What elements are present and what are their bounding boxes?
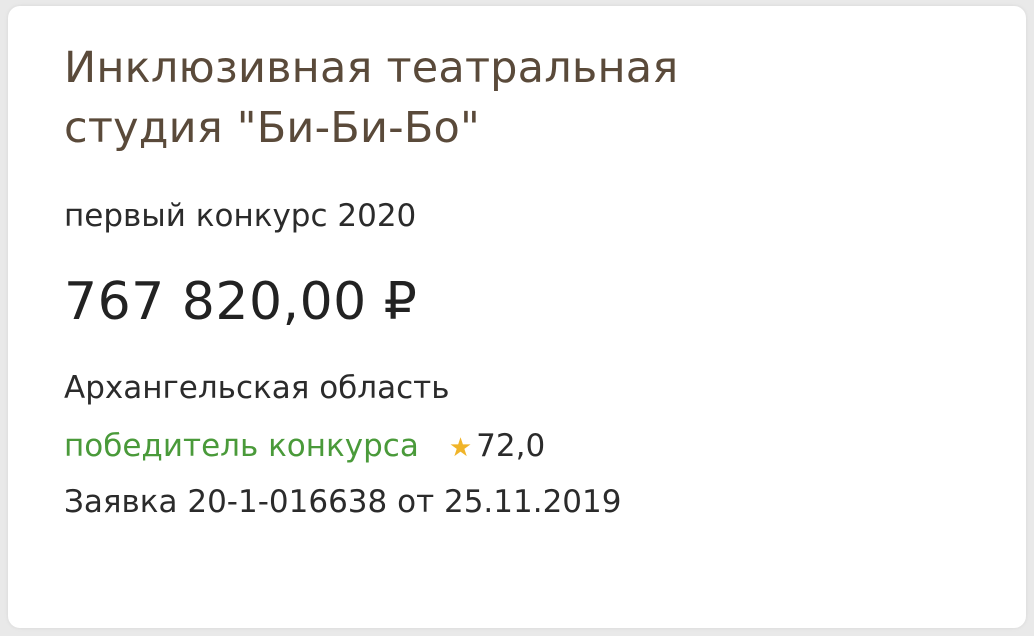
- project-title[interactable]: Инклюзивная театральная студия "Би-Би-Бо…: [64, 38, 924, 158]
- rating: ★ 72,0: [449, 426, 545, 468]
- region: Архангельская область: [64, 370, 450, 406]
- rating-value: 72,0: [476, 428, 546, 464]
- project-title-line2: студия "Би-Би-Бо": [64, 103, 481, 153]
- project-title-line1: Инклюзивная театральная: [64, 43, 679, 93]
- application-info: Заявка 20-1-016638 от 25.11.2019: [64, 484, 622, 520]
- star-icon: ★: [448, 433, 473, 463]
- grant-amount: 767 820,00 ₽: [64, 272, 418, 332]
- contest-name: первый конкурс 2020: [64, 198, 417, 234]
- status-row: победитель конкурса ★ 72,0: [64, 426, 1026, 468]
- project-card[interactable]: Инклюзивная театральная студия "Би-Би-Бо…: [8, 6, 1026, 628]
- status-label: победитель конкурса: [64, 428, 419, 464]
